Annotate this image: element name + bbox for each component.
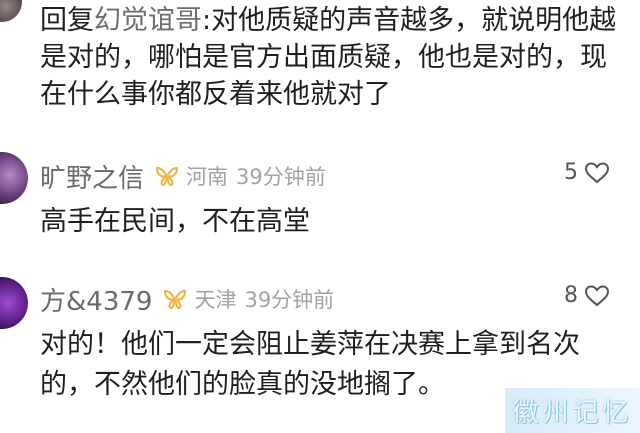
comment-meta: 方&4379 天津 39分钟前 8	[40, 279, 630, 319]
comment-text: 高手在民间，不在高堂	[40, 206, 310, 237]
reply-prefix: 回复	[40, 5, 94, 36]
location: 河南	[186, 165, 229, 189]
like-count: 8	[564, 283, 578, 308]
like-count: 5	[564, 160, 578, 185]
timestamp: 39分钟前	[236, 165, 326, 189]
gold-ribbon-icon	[154, 165, 180, 187]
username[interactable]: 方&4379	[40, 281, 152, 318]
gold-ribbon-icon	[162, 288, 188, 310]
comment-meta: 旷野之信 河南 39分钟前 5	[40, 156, 630, 196]
username[interactable]: 旷野之信	[40, 158, 144, 195]
reply-target-name[interactable]: 幻觉谊哥	[94, 5, 202, 36]
comment-item: 方&4379 天津 39分钟前 8 对的！他们一定会阻止姜萍在决赛上拿到名次的，…	[40, 279, 630, 405]
watermark: 徽州记忆	[505, 388, 640, 433]
avatar[interactable]	[0, 277, 28, 329]
watermark-text: 徽州记忆	[512, 398, 633, 428]
like-button[interactable]: 5	[564, 160, 610, 185]
timestamp: 39分钟前	[244, 288, 335, 312]
like-button[interactable]: 8	[564, 283, 610, 308]
location: 天津	[194, 288, 237, 312]
heart-icon[interactable]	[584, 284, 610, 308]
heart-icon[interactable]	[584, 161, 610, 185]
comment-item: 旷野之信 河南 39分钟前 5 高手在民间，不在高堂	[40, 156, 630, 242]
reply-comment: 回复幻觉谊哥:对他质疑的声音越多，就说明他越是对的，哪怕是官方出面质疑，他也是对…	[40, 2, 630, 113]
avatar-previous-commenter[interactable]	[0, 0, 22, 22]
avatar[interactable]	[0, 152, 28, 204]
